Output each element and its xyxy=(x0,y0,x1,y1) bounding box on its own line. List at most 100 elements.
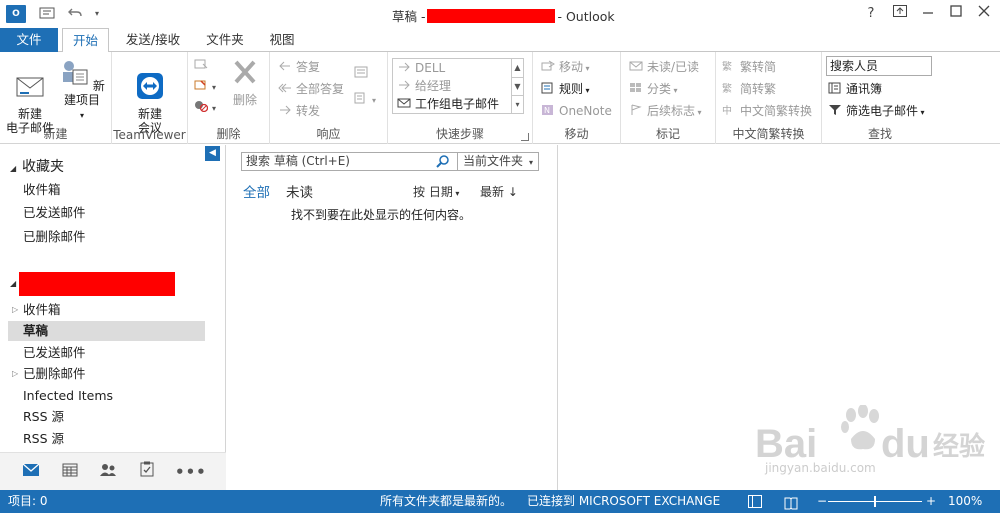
gallery-up-icon[interactable]: ▲ xyxy=(512,59,523,77)
expand-deleted-icon[interactable]: ▷ xyxy=(12,364,18,384)
junk-button[interactable]: ▾ xyxy=(194,98,216,116)
folder-drafts[interactable]: 草稿 xyxy=(8,321,205,341)
group-find: 搜索人员 通讯簿 筛选电子邮件 ▾ 查找 xyxy=(822,52,938,144)
fav-sent-items[interactable]: 已发送邮件 xyxy=(8,203,205,223)
group-move-label: 移动 xyxy=(564,127,589,141)
reply-all-button[interactable]: 全部答复 xyxy=(278,80,344,98)
tab-file[interactable]: 文件 xyxy=(0,28,58,52)
address-book-button[interactable]: 通讯簿 xyxy=(828,80,882,98)
folder-infected-items[interactable]: Infected Items xyxy=(8,386,205,406)
team-email-icon xyxy=(397,98,411,108)
filter-unread[interactable]: 未读 xyxy=(286,181,313,201)
minimize-icon[interactable] xyxy=(915,4,941,24)
send-receive-all-icon[interactable] xyxy=(38,5,56,23)
collapse-account-icon[interactable]: ◢ xyxy=(10,279,16,288)
new-items-icon xyxy=(63,61,88,85)
move-button[interactable]: 移动 ▾ xyxy=(541,58,590,76)
quick-steps-dialog-launcher-icon[interactable] xyxy=(521,133,529,141)
folder-inbox[interactable]: ▷ 收件箱 xyxy=(8,300,205,320)
normal-view-icon[interactable] xyxy=(748,495,762,508)
sort-order-toggle[interactable]: 最新 ↓ xyxy=(480,183,518,200)
tasks-icon[interactable] xyxy=(136,461,158,483)
quick-step-dell[interactable]: DELL xyxy=(393,59,523,77)
folder-rss-feeds[interactable]: RSS 源 xyxy=(8,407,205,427)
ribbon: 新建 电子邮件 新建项目 ▾ 新建 新建 会议 TeamViewer ▾ ▾ 删除… xyxy=(0,52,1000,144)
search-people-input[interactable]: 搜索人员 xyxy=(826,56,932,76)
delete-button[interactable]: 删除 xyxy=(226,58,264,107)
favorites-header[interactable]: ◢ 收藏夹 xyxy=(10,156,64,176)
filter-all[interactable]: 全部 xyxy=(243,181,270,201)
to-traditional-button[interactable]: 繁简转繁 xyxy=(722,80,776,98)
forward-button[interactable]: 转发 xyxy=(278,102,320,120)
group-new-label: 新建 xyxy=(43,127,68,141)
clean-up-button[interactable]: ▾ xyxy=(194,77,216,95)
new-meeting-button[interactable]: 新建 会议 xyxy=(122,58,178,135)
new-items-button[interactable]: 新建项目 ▾ xyxy=(56,58,108,123)
more-respond-button[interactable]: ▾ xyxy=(354,90,376,108)
folder-rss-feeds-2[interactable]: RSS 源 xyxy=(8,429,205,449)
to-manager-icon xyxy=(399,80,410,90)
fav-inbox[interactable]: 收件箱 xyxy=(8,180,205,200)
gallery-more-icon[interactable]: ▾ xyxy=(512,95,523,112)
collapse-folder-pane-icon[interactable]: ◀ xyxy=(205,146,220,161)
unread-read-button[interactable]: 未读/已读 xyxy=(629,58,699,76)
people-icon[interactable] xyxy=(97,461,119,483)
traditional-to-simplified-icon: 繁 xyxy=(722,60,732,72)
group-chinese-conversion-label: 中文简繁转换 xyxy=(732,127,805,141)
onenote-button[interactable]: N OneNote xyxy=(541,102,612,120)
search-scope-dropdown[interactable]: 当前文件夹 ▾ xyxy=(457,153,539,170)
to-simplified-button[interactable]: 繁繁转简 xyxy=(722,58,776,76)
rules-button[interactable]: 规则 ▾ xyxy=(541,80,590,98)
quick-steps-scroll[interactable]: ▲ ▼ ▾ xyxy=(511,59,523,113)
reading-view-icon[interactable] xyxy=(784,495,798,510)
outlook-app-icon[interactable]: O xyxy=(6,5,26,23)
delete-icon xyxy=(234,60,256,84)
tab-home[interactable]: 开始 xyxy=(62,28,109,53)
svg-text:中: 中 xyxy=(722,104,732,116)
calendar-icon[interactable] xyxy=(59,461,81,483)
help-icon[interactable]: ? xyxy=(858,4,884,24)
fav-deleted-items[interactable]: 已删除邮件 xyxy=(8,227,205,247)
window-title: 草稿 - - Outlook xyxy=(392,6,615,25)
tab-folder[interactable]: 文件夹 xyxy=(198,28,252,53)
undo-icon[interactable] xyxy=(66,5,84,23)
zoom-level[interactable]: 100% xyxy=(948,490,982,513)
empty-list-message: 找不到要在此处显示的任何内容。 xyxy=(291,208,472,222)
ignore-button[interactable] xyxy=(194,56,212,74)
expand-inbox-icon[interactable]: ▷ xyxy=(12,300,18,320)
more-options-icon[interactable]: ••• xyxy=(175,461,206,483)
baidu-jingyan-watermark: Bai du 经验 jingyan.baidu.com xyxy=(755,404,995,485)
zoom-slider-thumb[interactable] xyxy=(874,496,876,507)
reply-button[interactable]: 答复 xyxy=(278,58,320,76)
search-input[interactable]: 搜索 草稿 (Ctrl+E) xyxy=(246,153,350,170)
ribbon-display-options-icon[interactable] xyxy=(887,4,913,24)
tab-send-receive[interactable]: 发送/接收 xyxy=(118,28,188,53)
customize-qat-icon[interactable]: ▾ xyxy=(88,5,106,23)
mail-icon[interactable] xyxy=(20,461,42,483)
rules-icon xyxy=(541,82,553,94)
new-email-button[interactable]: 新建 电子邮件 xyxy=(4,58,56,135)
chinese-conversion-button[interactable]: 中中文简繁转换 xyxy=(722,102,812,120)
zoom-in-button[interactable]: + xyxy=(926,490,936,513)
group-tags-label: 标记 xyxy=(655,127,680,141)
search-box[interactable]: 搜索 草稿 (Ctrl+E) 当前文件夹 ▾ xyxy=(241,152,539,171)
maximize-icon[interactable] xyxy=(943,4,969,24)
flag-icon xyxy=(631,104,642,115)
search-scope-label: 当前文件夹 xyxy=(463,154,524,168)
follow-up-button[interactable]: 后续标志 ▾ xyxy=(629,102,702,120)
close-icon[interactable] xyxy=(971,4,997,24)
categorize-button[interactable]: 分类 ▾ xyxy=(629,80,678,98)
group-chinese-conversion: 繁繁转简 繁简转繁 中中文简繁转换 中文简繁转换 xyxy=(716,52,822,144)
tab-view[interactable]: 视图 xyxy=(262,28,302,53)
folder-sent-items[interactable]: 已发送邮件 xyxy=(8,343,205,363)
sort-by-dropdown[interactable]: 按 日期 ▾ xyxy=(413,183,459,200)
collapse-favorites-icon[interactable]: ◢ xyxy=(10,164,22,173)
search-icon[interactable] xyxy=(435,154,451,170)
filter-email-button[interactable]: 筛选电子邮件 ▾ xyxy=(828,102,925,120)
gallery-down-icon[interactable]: ▼ xyxy=(512,77,523,95)
folder-deleted-items[interactable]: ▷ 已删除邮件 xyxy=(8,364,205,384)
zoom-out-button[interactable]: − xyxy=(817,490,827,513)
meeting-reply-button[interactable] xyxy=(354,64,372,82)
quick-step-team-email[interactable]: 工作组电子邮件 xyxy=(393,95,523,113)
quick-step-to-manager[interactable]: 给经理 xyxy=(393,77,523,95)
